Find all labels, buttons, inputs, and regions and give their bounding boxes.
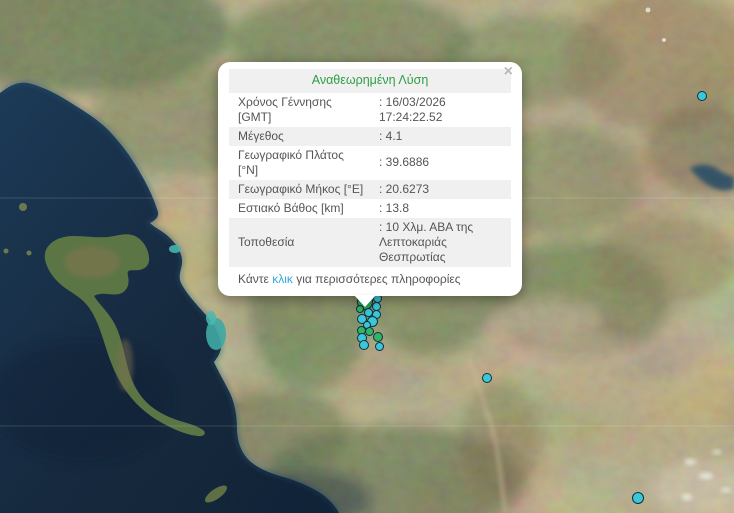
earthquake-popup: × Αναθεωρημένη Λύση Χρόνος Γέννησης [GMT…: [218, 62, 522, 307]
row-value: 4.1: [370, 126, 511, 146]
table-row: Γεωγραφικό Μήκος [°E] 20.6273: [229, 179, 511, 199]
earthquake-marker[interactable]: [359, 340, 369, 350]
popup-title: Αναθεωρημένη Λύση: [229, 69, 511, 93]
table-row: Τοποθεσία 10 Χλμ. ΑΒΑ της Λεπτοκαριάς Θε…: [229, 217, 511, 267]
row-label: Γεωγραφικό Πλάτος [°N]: [238, 147, 344, 177]
row-value: 10 Χλμ. ΑΒΑ της Λεπτοκαριάς Θεσπρωτίας: [370, 217, 511, 267]
close-icon[interactable]: ×: [504, 63, 513, 81]
table-row: Χρόνος Γέννησης [GMT] 16/03/2026 17:24:2…: [229, 93, 511, 127]
table-row: Εστιακό Βάθος [km] 13.8: [229, 199, 511, 218]
row-label: Χρόνος Γέννησης [GMT]: [238, 94, 332, 124]
row-label: Μέγεθος: [229, 126, 370, 146]
earthquake-info-table: Αναθεωρημένη Λύση Χρόνος Γέννησης [GMT] …: [229, 69, 511, 267]
row-value: 13.8: [370, 199, 511, 218]
earthquake-marker[interactable]: [482, 373, 492, 383]
table-row: Μέγεθος 4.1: [229, 126, 511, 146]
footer-text: Κάντε: [238, 271, 273, 286]
more-info-link[interactable]: κλικ: [272, 272, 293, 286]
footer-text: για περισσότερες πληροφορίες: [292, 271, 461, 286]
earthquake-marker[interactable]: [373, 332, 383, 342]
popup-footer: Κάντε κλικ για περισσότερες πληροφορίες: [238, 272, 511, 287]
row-value: 16/03/2026 17:24:22.52: [370, 93, 511, 127]
table-row: Γεωγραφικό Πλάτος [°N] 39.6886: [229, 146, 511, 180]
row-value: 39.6886: [370, 146, 511, 180]
popup-tip: [354, 294, 376, 307]
earthquake-marker[interactable]: [697, 91, 707, 101]
row-label: Τοποθεσία: [229, 217, 370, 267]
row-label: Εστιακό Βάθος [km]: [238, 200, 344, 215]
row-label: Γεωγραφικό Μήκος [°E]: [229, 179, 370, 199]
map-viewport[interactable]: × Αναθεωρημένη Λύση Χρόνος Γέννησης [GMT…: [0, 0, 734, 513]
earthquake-marker[interactable]: [374, 341, 384, 351]
earthquake-marker[interactable]: [632, 492, 644, 504]
row-value: 20.6273: [370, 179, 511, 199]
